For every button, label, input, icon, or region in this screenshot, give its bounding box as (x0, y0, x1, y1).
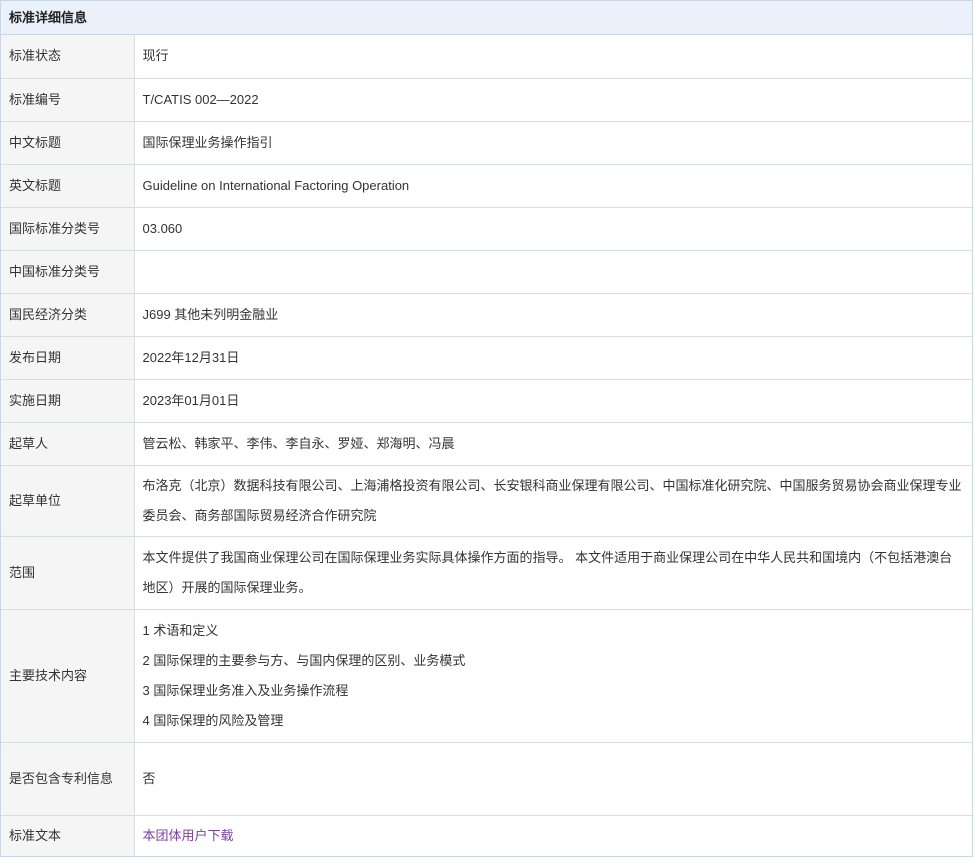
value-number: T/CATIS 002—2022 (134, 77, 972, 121)
row-drafters: 起草人 管云松、韩家平、李伟、李自永、罗娅、郑海明、冯晨 (1, 421, 972, 465)
download-link[interactable]: 本团体用户下载 (143, 828, 234, 843)
tech-content-item: 4 国际保理的风险及管理 (142, 712, 284, 728)
label-status: 标准状态 (1, 35, 135, 78)
label-tech-content: 主要技术内容 (1, 608, 135, 742)
label-cn-title: 中文标题 (1, 120, 135, 164)
tech-content-item: 2 国际保理的主要参与方、与国内保理的区别、业务模式 (142, 652, 466, 668)
value-tech-content: 1 术语和定义 2 国际保理的主要参与方、与国内保理的区别、业务模式 3 国际保… (134, 608, 972, 742)
label-economy: 国民经济分类 (1, 292, 135, 336)
value-publish-date: 2022年12月31日 (134, 335, 972, 379)
row-status: 标准状态 现行 (1, 35, 972, 78)
standard-detail-panel: 标准详细信息 标准状态 现行 标准编号 T/CATIS 002—2022 中文标… (0, 0, 973, 857)
row-patent: 是否包含专利信息 否 (1, 741, 972, 815)
tech-content-item: 3 国际保理业务准入及业务操作流程 (142, 682, 349, 698)
row-standard-text: 标准文本 本团体用户下载 (1, 814, 972, 856)
value-standard-text: 本团体用户下载 (134, 814, 972, 856)
value-status: 现行 (142, 48, 169, 64)
value-ics: 03.060 (134, 206, 972, 250)
value-scope: 本文件提供了我国商业保理公司在国际保理业务实际具体操作方面的指导。 本文件适用于… (134, 535, 972, 609)
value-impl-date: 2023年01月01日 (134, 378, 972, 422)
label-number: 标准编号 (1, 77, 135, 121)
value-ccs (134, 249, 972, 293)
value-cn-title: 国际保理业务操作指引 (134, 120, 972, 164)
label-standard-text: 标准文本 (1, 814, 135, 856)
label-drafters: 起草人 (1, 421, 135, 465)
row-tech-content: 主要技术内容 1 术语和定义 2 国际保理的主要参与方、与国内保理的区别、业务模… (1, 608, 972, 742)
label-ccs: 中国标准分类号 (1, 249, 135, 293)
detail-table: 标准状态 现行 标准编号 T/CATIS 002—2022 中文标题 国际保理业… (1, 35, 972, 856)
label-publish-date: 发布日期 (1, 335, 135, 379)
value-drafters: 管云松、韩家平、李伟、李自永、罗娅、郑海明、冯晨 (134, 421, 972, 465)
value-en-title: Guideline on International Factoring Ope… (134, 163, 972, 207)
row-ics: 国际标准分类号 03.060 (1, 206, 972, 250)
row-impl-date: 实施日期 2023年01月01日 (1, 378, 972, 422)
row-publish-date: 发布日期 2022年12月31日 (1, 335, 972, 379)
row-ccs: 中国标准分类号 (1, 249, 972, 293)
row-scope: 范围 本文件提供了我国商业保理公司在国际保理业务实际具体操作方面的指导。 本文件… (1, 535, 972, 609)
row-drafting-units: 起草单位 布洛克（北京）数据科技有限公司、上海浦格投资有限公司、长安银科商业保理… (1, 464, 972, 536)
label-en-title: 英文标题 (1, 163, 135, 207)
row-cn-title: 中文标题 国际保理业务操作指引 (1, 120, 972, 164)
value-economy: J699 其他未列明金融业 (134, 292, 972, 336)
label-drafting-units: 起草单位 (1, 464, 135, 536)
row-economy: 国民经济分类 J699 其他未列明金融业 (1, 292, 972, 336)
label-scope: 范围 (1, 535, 135, 609)
tech-content-item: 1 术语和定义 (142, 622, 219, 638)
row-number: 标准编号 T/CATIS 002—2022 (1, 77, 972, 121)
label-ics: 国际标准分类号 (1, 206, 135, 250)
label-impl-date: 实施日期 (1, 378, 135, 422)
label-patent: 是否包含专利信息 (1, 741, 135, 815)
value-drafting-units: 布洛克（北京）数据科技有限公司、上海浦格投资有限公司、长安银科商业保理有限公司、… (134, 464, 972, 536)
value-patent: 否 (134, 741, 972, 815)
row-en-title: 英文标题 Guideline on International Factorin… (1, 163, 972, 207)
panel-title: 标准详细信息 (1, 1, 972, 35)
